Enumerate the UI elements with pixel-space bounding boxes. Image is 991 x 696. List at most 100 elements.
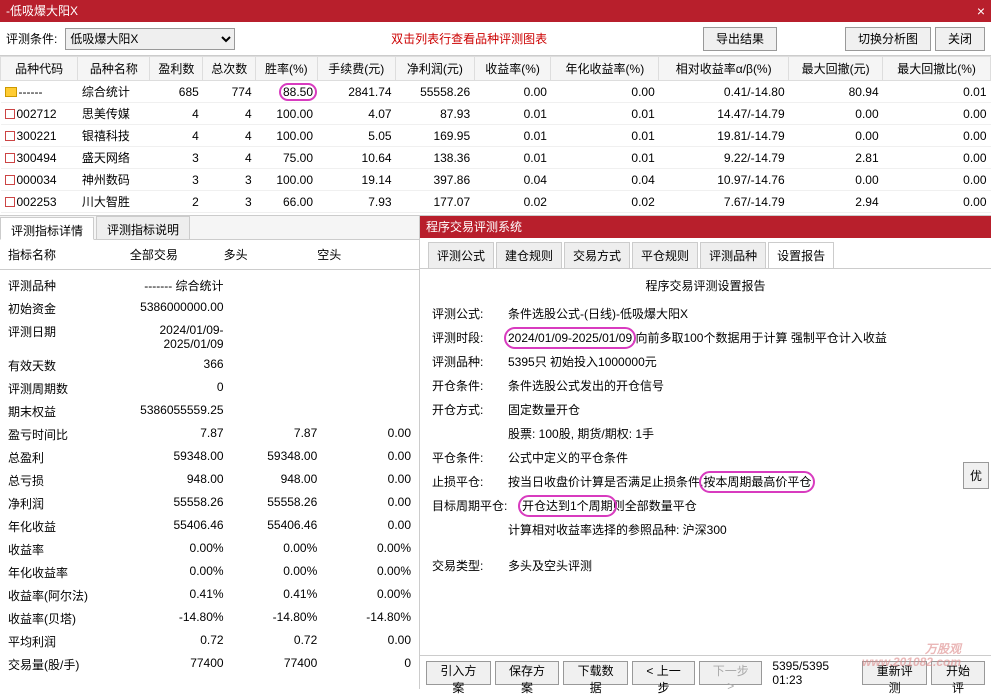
stat-row: 交易量(股/手)77400774000 (8, 653, 411, 676)
table-cell: 0.00 (883, 169, 991, 191)
table-cell: 0.02 (551, 191, 659, 213)
report-title: 程序交易评测设置报告 (432, 277, 979, 294)
table-row[interactable]: 000034神州数码33100.0019.14397.860.040.0410.… (1, 169, 991, 191)
condition-select[interactable]: 低吸爆大阳X (65, 28, 235, 50)
table-row[interactable]: ------综合统计68577488.502841.7455558.260.00… (1, 81, 991, 103)
start-eval-button[interactable]: 开始评 (931, 661, 985, 685)
table-header[interactable]: 品种名称 (78, 57, 150, 81)
table-header[interactable]: 盈利数 (150, 57, 203, 81)
stat-key: 初始资金 (8, 300, 130, 317)
r-closecond-val: 公式中定义的平仓条件 (508, 449, 979, 467)
table-cell: 19.81/-14.79 (659, 125, 789, 147)
table-cell: 66.00 (256, 191, 317, 213)
stat-key: 收益率(贝塔) (8, 610, 130, 627)
stat-value: 0.72 (224, 633, 318, 650)
table-row[interactable]: 002712思美传媒44100.004.0787.930.010.0114.47… (1, 103, 991, 125)
prev-step-button[interactable]: < 上一步 (632, 661, 695, 685)
import-plan-button[interactable]: 引入方案 (426, 661, 491, 685)
stat-value: 5386055559.25 (130, 403, 224, 420)
stat-value: 0.00% (317, 587, 411, 604)
table-row[interactable]: 002253川大智胜2366.007.93177.070.020.027.67/… (1, 191, 991, 213)
stat-value (224, 300, 318, 317)
switch-chart-button[interactable]: 切换分析图 (845, 27, 931, 51)
stat-key: 净利润 (8, 495, 130, 512)
download-data-button[interactable]: 下载数据 (563, 661, 628, 685)
right-tab[interactable]: 建仓规则 (496, 242, 562, 268)
table-cell: 0.00 (789, 125, 883, 147)
stat-key: 交易量(股/手) (8, 656, 130, 673)
stat-key: 收益率 (8, 541, 130, 558)
right-tab[interactable]: 评测品种 (700, 242, 766, 268)
stat-key: 总亏损 (8, 472, 130, 489)
table-header[interactable]: 总次数 (203, 57, 256, 81)
save-plan-button[interactable]: 保存方案 (495, 661, 560, 685)
reeval-button[interactable]: 重新评测 (862, 661, 927, 685)
folder-icon (5, 87, 17, 97)
stat-key: 评测日期 (8, 323, 130, 351)
table-header[interactable]: 胜率(%) (256, 57, 317, 81)
table-header[interactable]: 手续费(元) (317, 57, 396, 81)
table-cell: 88.50 (256, 81, 317, 103)
next-step-button[interactable]: 下一步 > (699, 661, 762, 685)
stat-value (317, 323, 411, 351)
stat-value: 948.00 (130, 472, 224, 489)
file-icon (5, 109, 15, 119)
stat-row: 总盈利59348.0059348.000.00 (8, 446, 411, 469)
export-button[interactable]: 导出结果 (703, 27, 777, 51)
table-header[interactable]: 最大回撤比(%) (883, 57, 991, 81)
table-cell: 4.07 (317, 103, 396, 125)
r-opentype-val: 固定数量开仓 (508, 401, 979, 419)
optimize-button[interactable]: 优 (963, 462, 989, 489)
table-header[interactable]: 相对收益率α/β(%) (659, 57, 789, 81)
stat-value: ------- 综合统计 (130, 277, 224, 294)
r-tradetype-val: 多头及空头评测 (508, 557, 979, 575)
stat-value: -14.80% (130, 610, 224, 627)
right-tab[interactable]: 交易方式 (564, 242, 630, 268)
table-header[interactable]: 年化收益率(%) (551, 57, 659, 81)
right-tab[interactable]: 评测公式 (428, 242, 494, 268)
results-table-wrap: 品种代码品种名称盈利数总次数胜率(%)手续费(元)净利润(元)收益率(%)年化收… (0, 56, 991, 216)
stat-key: 盈亏时间比 (8, 426, 130, 443)
table-cell: 55558.26 (396, 81, 475, 103)
table-header[interactable]: 最大回撤(元) (789, 57, 883, 81)
close-button[interactable]: 关闭 (935, 27, 985, 51)
stat-value: 948.00 (224, 472, 318, 489)
table-cell: 19.14 (317, 169, 396, 191)
stat-key: 平均利润 (8, 633, 130, 650)
table-cell: 4 (150, 125, 203, 147)
table-cell: 盛天网络 (78, 147, 150, 169)
tab-indicator-detail[interactable]: 评测指标详情 (0, 217, 94, 240)
table-cell: 4 (203, 103, 256, 125)
condition-label: 评测条件: (6, 30, 57, 47)
table-row[interactable]: 300494盛天网络3475.0010.64138.360.010.019.22… (1, 147, 991, 169)
stat-row: 评测品种------- 综合统计 (8, 274, 411, 297)
stat-row: 总亏损948.00948.000.00 (8, 469, 411, 492)
table-cell: 0.01 (551, 125, 659, 147)
stat-row: 有效天数366 (8, 354, 411, 377)
stat-row: 收益率(贝塔)-14.80%-14.80%-14.80% (8, 607, 411, 630)
table-header[interactable]: 净利润(元) (396, 57, 475, 81)
table-cell: 0.02 (474, 191, 551, 213)
right-tab[interactable]: 平仓规则 (632, 242, 698, 268)
table-header[interactable]: 收益率(%) (474, 57, 551, 81)
table-cell: 思美传媒 (78, 103, 150, 125)
table-row[interactable]: 300221银禧科技44100.005.05169.950.010.0119.8… (1, 125, 991, 147)
stat-value: 0.00% (317, 564, 411, 581)
table-cell: 397.86 (396, 169, 475, 191)
close-icon[interactable]: × (977, 0, 985, 22)
r-opentype-lbl: 开仓方式: (432, 401, 508, 419)
stat-value: 7.87 (130, 426, 224, 443)
table-header[interactable]: 品种代码 (1, 57, 78, 81)
right-tab[interactable]: 设置报告 (768, 242, 834, 268)
stat-value: 366 (130, 357, 224, 374)
tab-indicator-desc[interactable]: 评测指标说明 (96, 216, 190, 239)
stats-body: 评测品种------- 综合统计初始资金5386000000.00评测日期202… (0, 270, 419, 689)
bottom-bar: 引入方案 保存方案 下载数据 < 上一步 下一步 > 5395/5395 01:… (420, 655, 991, 689)
file-icon (5, 197, 15, 207)
file-icon (5, 131, 15, 141)
stat-value: 55406.46 (130, 518, 224, 535)
stat-value: 0 (317, 656, 411, 673)
table-cell: 75.00 (256, 147, 317, 169)
stat-value (224, 357, 318, 374)
table-cell: 0.01 (474, 103, 551, 125)
